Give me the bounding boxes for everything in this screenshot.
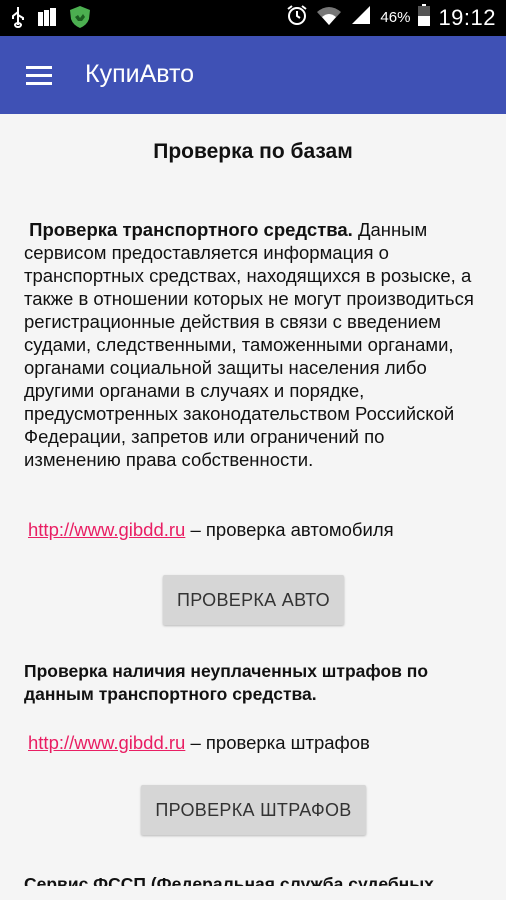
- fines-link-suffix: – проверка штрафов: [185, 732, 370, 753]
- fssp-heading-partial: Сервис ФССП (Федеральная служба судебных: [24, 874, 434, 886]
- check-fines-button[interactable]: ПРОВЕРКА ШТРАФОВ: [141, 785, 366, 835]
- app-screen: 46% 19:12 КупиАвто Проверка по базам Про…: [0, 0, 506, 900]
- usb-icon: [10, 6, 26, 33]
- status-bar-notifications: [10, 5, 92, 34]
- vehicle-link-row: http://www.gibdd.ru – проверка автомобил…: [28, 519, 394, 541]
- status-bar: 46% 19:12: [0, 0, 506, 36]
- storage-icon: [36, 6, 58, 33]
- hamburger-menu-icon[interactable]: [16, 56, 56, 94]
- vehicle-check-description: Проверка транспортного средства. Данным …: [24, 218, 484, 471]
- fines-link-row: http://www.gibdd.ru – проверка штрафов: [28, 732, 370, 754]
- wifi-icon: [316, 4, 342, 31]
- gibdd-vehicle-link[interactable]: http://www.gibdd.ru: [28, 519, 185, 540]
- app-title: КупиАвто: [85, 60, 195, 88]
- signal-icon: [350, 4, 372, 31]
- vehicle-link-suffix: – проверка автомобиля: [185, 519, 394, 540]
- shield-app-icon: [68, 5, 92, 34]
- app-bar: КупиАвто: [0, 36, 506, 114]
- battery-percent: 46%: [380, 9, 411, 26]
- clock: 19:12: [438, 4, 496, 30]
- check-vehicle-button[interactable]: ПРОВЕРКА АВТО: [163, 575, 344, 625]
- fssp-section-cutoff: Сервис ФССП (Федеральная служба судебных: [24, 866, 484, 886]
- battery-icon: [418, 4, 431, 31]
- vehicle-check-text: Данным сервисом предоставляется информац…: [24, 219, 474, 470]
- gibdd-fines-link[interactable]: http://www.gibdd.ru: [28, 732, 185, 753]
- alarm-icon: [286, 4, 308, 31]
- fines-check-heading: Проверка наличия неуплаченных штрафов по…: [24, 661, 429, 704]
- vehicle-check-heading: Проверка транспортного средства.: [29, 219, 353, 240]
- main-content: Проверка по базам Проверка транспортного…: [0, 114, 506, 900]
- status-bar-system: 46% 19:12: [286, 4, 496, 31]
- page-title: Проверка по базам: [153, 140, 353, 163]
